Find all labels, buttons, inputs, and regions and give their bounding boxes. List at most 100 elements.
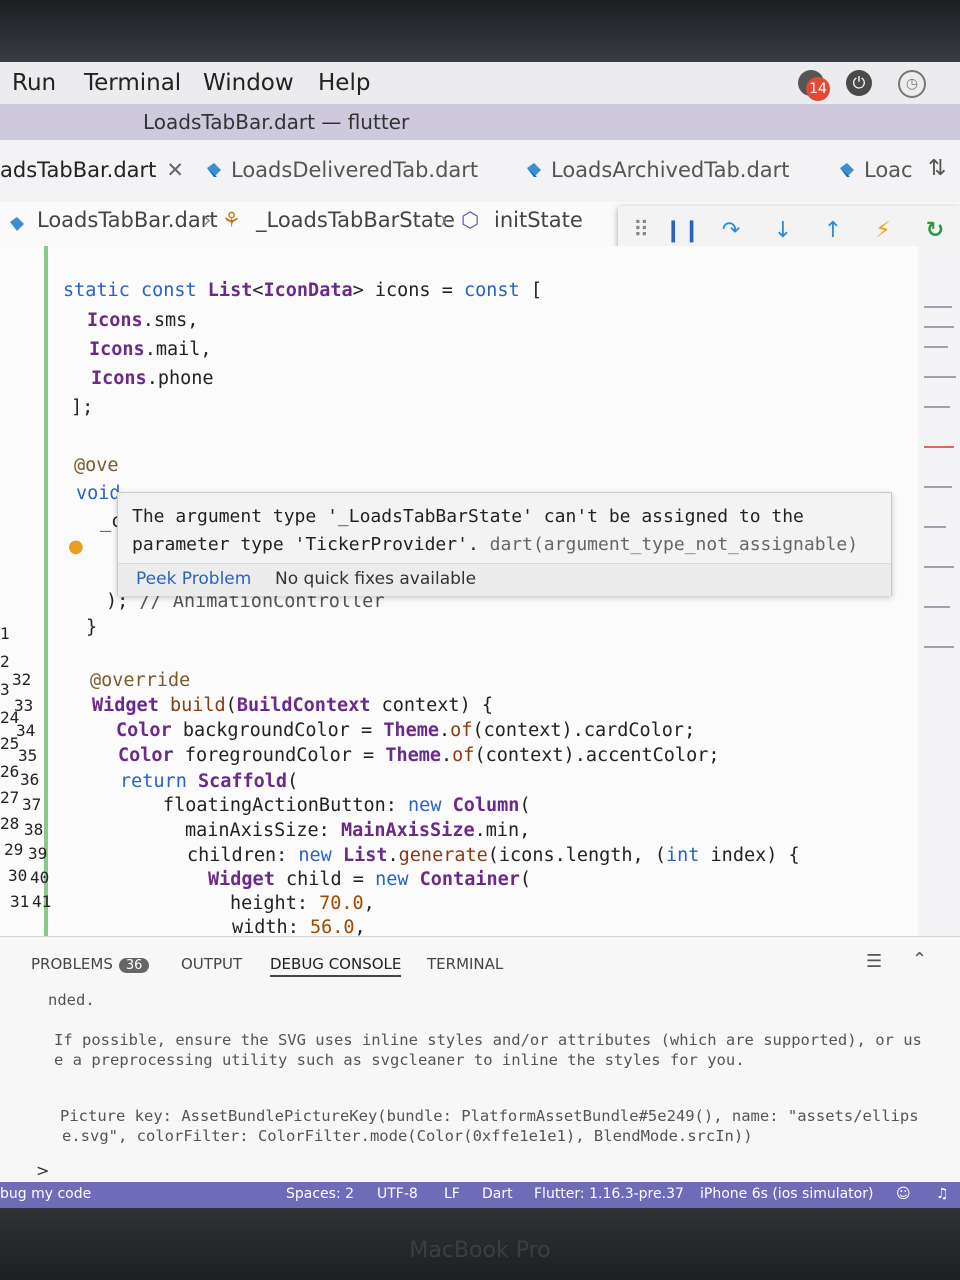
hot-reload-icon[interactable]: ⚡ [868,216,898,246]
class-icon: ⚘ [222,208,241,232]
tab-loadstabbar[interactable]: adsTabBar.dart ✕ [0,158,184,182]
bell-icon[interactable]: ♫ [936,1186,949,1202]
menubar: Run Terminal Window Help 14 ⏻ ◷ [0,62,960,105]
status-flutter-version[interactable]: Flutter: 1.16.3-pre.37 [534,1186,684,1202]
lightbulb-icon[interactable]: ● [68,536,84,557]
problems-count-badge: 36 [118,958,150,973]
window-title: LoadsTabBar.dart — flutter [143,110,410,134]
editor-tab-bar: adsTabBar.dart ✕ LoadsDeliveredTab.dart L… [0,140,960,203]
title-bar: LoadsTabBar.dart — flutter [0,104,960,140]
line-number: 33 [14,696,34,715]
status-encoding[interactable]: UTF-8 [377,1186,418,1202]
line-number: 1 [0,624,10,643]
menu-help[interactable]: Help [318,70,370,96]
menu-run[interactable]: Run [12,70,56,96]
tab-loadsarchived[interactable]: LoadsArchivedTab.dart [525,158,790,182]
minimap-line [924,526,946,528]
breadcrumb-class[interactable]: _LoadsTabBarState [256,208,455,232]
chevron-right-icon: › [440,208,449,232]
bezel-label: MacBook Pro [409,1238,551,1263]
dart-icon [840,163,854,177]
compare-icon[interactable]: ⇅ [928,156,946,181]
minimap-line [924,646,954,648]
chevron-right-icon: › [203,208,212,232]
breadcrumb-method[interactable]: initState [494,208,583,232]
time-machine-icon[interactable]: ◷ [898,70,926,98]
minimap-error-line [924,446,954,448]
line-number: 36 [20,770,40,789]
step-out-icon[interactable]: ↑ [818,216,848,246]
step-into-icon[interactable]: ↓ [768,216,798,246]
tab-problems[interactable]: PROBLEMS 36 [31,955,150,973]
pause-icon[interactable]: ❙❙ [664,216,701,246]
console-line: e.svg", colorFilter: ColorFilter.mode(Co… [62,1127,753,1145]
status-language[interactable]: Dart [482,1186,513,1202]
vscode-window: Run Terminal Window Help 14 ⏻ ◷ LoadsTab… [0,62,960,1210]
tab-debug-console[interactable]: DEBUG CONSOLE [270,955,402,977]
status-device[interactable]: iPhone 6s (ios simulator) [700,1186,873,1202]
error-message: The argument type '_LoadsTabBarState' ca… [132,503,858,559]
console-line: If possible, ensure the SVG uses inline … [54,1031,922,1049]
tab-terminal[interactable]: TERMINAL [427,955,503,973]
bezel-top [0,0,960,62]
error-code: dart(argument_type_not_assignable) [489,534,859,555]
minimap-line [924,486,952,488]
no-quick-fixes-text: No quick fixes available [275,569,477,589]
menu-terminal[interactable]: Terminal [84,70,181,96]
minimap-line [924,406,950,408]
chevron-up-icon[interactable]: ⌃ [912,949,927,970]
tab-label: Loac [864,158,913,182]
line-number: 32 [12,670,32,689]
status-bar: bug my code Spaces: 2 UTF-8 LF Dart Flut… [0,1182,960,1208]
minimap-line [924,326,954,328]
close-icon[interactable]: ✕ [166,158,184,182]
line-number: 34 [16,721,36,740]
clear-console-icon[interactable]: ☰ [866,951,882,972]
minimap[interactable] [918,246,960,936]
minimap-line [924,566,954,568]
tab-label: PROBLEMS [31,955,113,973]
minimap-line [924,606,950,608]
menu-window[interactable]: Window [203,70,294,96]
bottom-panel: PROBLEMS 36 OUTPUT DEBUG CONSOLE TERMINAL… [0,936,960,1193]
dart-icon [527,163,541,177]
power-icon[interactable]: ⏻ [846,70,872,96]
error-message-line-1: The argument type '_LoadsTabBarState' ca… [132,506,804,527]
tab-loads-overflow[interactable]: Loac [838,158,913,182]
status-eol[interactable]: LF [444,1186,460,1202]
hover-actions: Peek Problem No quick fixes available [118,563,891,596]
feedback-icon[interactable]: ☺ [896,1186,911,1202]
method-cube-icon: ⬡ [461,208,480,232]
drag-handle-icon[interactable]: ⠿ [626,216,656,246]
minimap-line [924,306,952,308]
dart-icon [10,217,24,231]
step-over-icon[interactable]: ↷ [716,216,746,246]
console-line: e a preprocessing utility such as svgcle… [54,1051,745,1069]
tab-label: LoadsArchivedTab.dart [551,158,790,182]
line-number: 37 [22,795,42,814]
line-number: 35 [18,746,38,765]
status-indentation[interactable]: Spaces: 2 [286,1186,354,1202]
line-number: 39 [28,844,48,863]
console-line: Picture key: AssetBundlePictureKey(bundl… [60,1107,919,1125]
line-number: 2 [0,652,10,671]
line-number: 38 [24,820,44,839]
notification-badge: 14 [806,77,830,101]
minimap-line [924,346,948,348]
minimap-line [924,376,956,378]
line-number: 41 [32,892,52,911]
problem-hover-tooltip: The argument type '_LoadsTabBarState' ca… [117,492,892,596]
console-prompt[interactable]: > [36,1161,49,1180]
dart-icon [207,163,221,177]
breadcrumb-file[interactable]: LoadsTabBar.dart [37,208,218,232]
console-line: nded. [48,991,95,1009]
tab-loadsdelivered[interactable]: LoadsDeliveredTab.dart [205,158,478,182]
status-debug-config[interactable]: bug my code [0,1186,91,1202]
tab-output[interactable]: OUTPUT [181,955,242,973]
line-number: 40 [30,868,50,887]
tab-label: adsTabBar.dart [0,158,157,182]
restart-icon[interactable]: ↻ [920,216,950,246]
tab-label: LoadsDeliveredTab.dart [231,158,479,182]
error-message-line-2: parameter type 'TickerProvider'. [132,534,479,555]
peek-problem-link[interactable]: Peek Problem [136,569,251,589]
